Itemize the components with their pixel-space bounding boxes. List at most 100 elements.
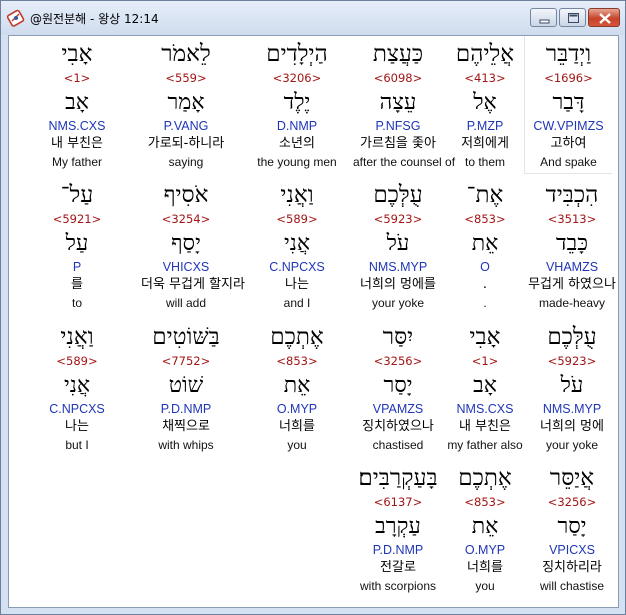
strong-number: <3254> (161, 212, 211, 226)
word-cell[interactable]: וַאֲנִי <589> אֲנִי C.NPCXS 나는 but I (32, 321, 122, 453)
lemma-word: דָּבַר (552, 90, 585, 115)
minimize-icon (539, 19, 550, 24)
word-cell[interactable]: הִכְבִּיד <3513> כָּבֵד VHAMZS 무겁게 하였으나 made-… (527, 179, 617, 311)
hebrew-word: אֶתְכֶם (458, 465, 512, 491)
parsing-code: VPAMZS (372, 402, 424, 416)
korean-gloss: 무겁게 하였으나 (528, 277, 616, 292)
english-gloss: after the counsel of (353, 155, 456, 169)
word-cell[interactable]: עֻלְּכֶם <5923> עֹל NMS.MYP 너희의 멍에를 your yoke (353, 179, 443, 311)
parsing-code: CW.VPIMZS (533, 119, 604, 133)
english-gloss: saying (168, 155, 204, 169)
word-cell[interactable]: וַיְדַבֵּר <1696> דָּבַר CW.VPIMZS 고하여 And sp… (526, 36, 611, 173)
strong-number: <1> (63, 71, 91, 85)
lemma-word: אָמַר (167, 90, 205, 115)
interlinear-panel[interactable]: וַיְדַבֵּר <1696> דָּבַר CW.VPIMZS 고하여 And sp… (8, 35, 619, 608)
lemma-word: כָּבֵד (556, 231, 588, 256)
word-cell[interactable]: אָבִי <1> אָב NMS.CXS 내 부친은 my father also (440, 321, 530, 453)
parsing-code: VHICXS (162, 260, 210, 274)
word-cell[interactable]: אָבִי <1> אָב NMS.CXS 내 부친은 My father (32, 38, 122, 170)
word-cell[interactable]: בָּעַקְרַבִּים׃ <6137> עַקְרָב P.D.NMP 전갈로 wi… (353, 462, 443, 594)
korean-gloss: 가르침을 좇아 (360, 136, 436, 151)
hebrew-word: וַאֲנִי (60, 324, 94, 350)
maximize-icon (568, 13, 579, 23)
parsing-code: NMS.CXS (456, 402, 514, 416)
english-gloss: to (71, 296, 82, 310)
word-cell[interactable]: עַל־ <5921> עַל P 를 to (32, 179, 122, 311)
strong-number: <1696> (544, 71, 593, 85)
word-cell[interactable]: וַאֲנִי <589> אֲנִי C.NPCXS 나는 and I (252, 179, 342, 311)
word-cell[interactable]: לֵאמֹר <559> אָמַר P.VANG 가로되-하니라 saying (141, 38, 231, 170)
close-icon (599, 13, 611, 24)
parsing-code: VHAMZS (545, 260, 599, 274)
word-cell[interactable]: אֲיַסֵּר <3256> יָסַר VPICXS 징치하리라 will chast… (527, 462, 617, 594)
word-cell[interactable]: אֶתְכֶם <853> אֵת O.MYP 너희를 you (440, 462, 530, 594)
word-cell[interactable]: עֻלְּכֶם <5923> עֹל NMS.MYP 너희의 멍에 your yoke (527, 321, 617, 453)
strong-number: <3513> (547, 212, 597, 226)
korean-gloss: 고하여 (550, 136, 587, 151)
title-bar[interactable]: @원전분해 - 왕상 12:14 (1, 1, 625, 35)
close-button[interactable] (588, 8, 620, 27)
lemma-word: יֶלֶד (283, 90, 311, 115)
parsing-code: NMS.MYP (368, 260, 428, 274)
minimize-button[interactable] (530, 8, 557, 27)
word-cell[interactable]: אֹסִיף <3254> יָסַף VHICXS 더욱 무겁게 할지라 will ad… (141, 179, 245, 311)
strong-number: <413> (464, 71, 506, 85)
parsing-code: NMS.MYP (542, 402, 602, 416)
hebrew-word: אֲלֵיהֶם (455, 41, 515, 67)
parsing-code: P.D.NMP (372, 543, 424, 557)
hebrew-word: כַּעֲצַת (372, 41, 424, 67)
parsing-code: C.NPCXS (49, 402, 105, 416)
parsing-code: C.NPCXS (269, 260, 325, 274)
english-gloss: your yoke (545, 438, 599, 452)
word-cell[interactable]: אֶתְכֶם <853> אֵת O.MYP 너희를 you (252, 321, 342, 453)
lemma-word: אֵת (471, 514, 499, 539)
word-cell[interactable]: כַּעֲצַת <6098> עֵצָה P.NFSG 가르침을 좇아 after th… (353, 38, 456, 170)
strong-number: <3256> (373, 354, 423, 368)
korean-gloss: 저희에게 (461, 136, 509, 151)
lemma-word: אֲנִי (283, 231, 311, 256)
word-cell[interactable]: בַּשּׁוֹטִים <7752> שׁוֹט P.D.NMP 채찍으로 with w… (141, 321, 231, 453)
korean-gloss: 너희의 멍에를 (360, 277, 436, 292)
parsing-code: P (72, 260, 82, 274)
word-cell[interactable]: הַיְלָדִים <3206> יֶלֶד D.NMP 소년의 the young m… (252, 38, 342, 170)
strong-number: <6137> (373, 495, 423, 509)
hebrew-word: יִסַּר (382, 324, 414, 350)
hebrew-word: אָבִי (469, 324, 501, 350)
english-gloss: will add (165, 296, 207, 310)
lemma-word: אֵת (471, 231, 499, 256)
hebrew-word: אֲיַסֵּר (549, 465, 595, 491)
korean-gloss: 소년의 (279, 136, 315, 151)
lemma-word: עַקְרָב (375, 514, 421, 539)
lemma-word: אֲנִי (63, 373, 91, 398)
app-window: @원전분해 - 왕상 12:14 וַיְדַבֵּר <1696> דָּבַר C… (0, 0, 626, 615)
korean-gloss: 징치하리라 (542, 560, 602, 575)
hebrew-word: אֹסִיף (163, 182, 209, 208)
english-gloss: And spake (540, 155, 597, 169)
lemma-word: יָסַף (171, 231, 201, 256)
maximize-button[interactable] (559, 8, 586, 27)
hebrew-word: וַיְדַבֵּר (545, 41, 592, 67)
hebrew-word: הַיְלָדִים (266, 41, 328, 67)
english-gloss: made-heavy (538, 296, 606, 310)
strong-number: <589> (276, 212, 318, 226)
word-cell[interactable]: אֲלֵיהֶם <413> אֶל P.MZP 저희에게 to them (440, 38, 530, 170)
strong-number: <5923> (373, 212, 423, 226)
strong-number: <7752> (161, 354, 211, 368)
korean-gloss: . (482, 277, 488, 292)
strong-number: <3206> (272, 71, 322, 85)
hebrew-word: בָּעַקְרַבִּים׃ (358, 465, 438, 491)
english-gloss: with scorpions (359, 579, 437, 593)
english-gloss: you (475, 579, 495, 593)
word-cell[interactable]: אֶת־ <853> אֵת O.. (440, 179, 530, 311)
english-gloss: chastised (372, 438, 424, 452)
word-cell[interactable]: יִסַּר <3256> יָסַר VPAMZS 징치하였으나 chastised (353, 321, 443, 453)
hebrew-word: וַאֲנִי (280, 182, 314, 208)
parsing-code: D.NMP (276, 119, 318, 133)
hebrew-word: עַל־ (60, 182, 94, 208)
bible-app-icon[interactable] (7, 9, 25, 27)
lemma-word: אָב (473, 373, 497, 398)
strong-number: <589> (56, 354, 98, 368)
hebrew-word: אֶתְכֶם (270, 324, 324, 350)
lemma-word: עַל (65, 231, 89, 256)
hebrew-word: עֻלְּכֶם (547, 324, 597, 350)
